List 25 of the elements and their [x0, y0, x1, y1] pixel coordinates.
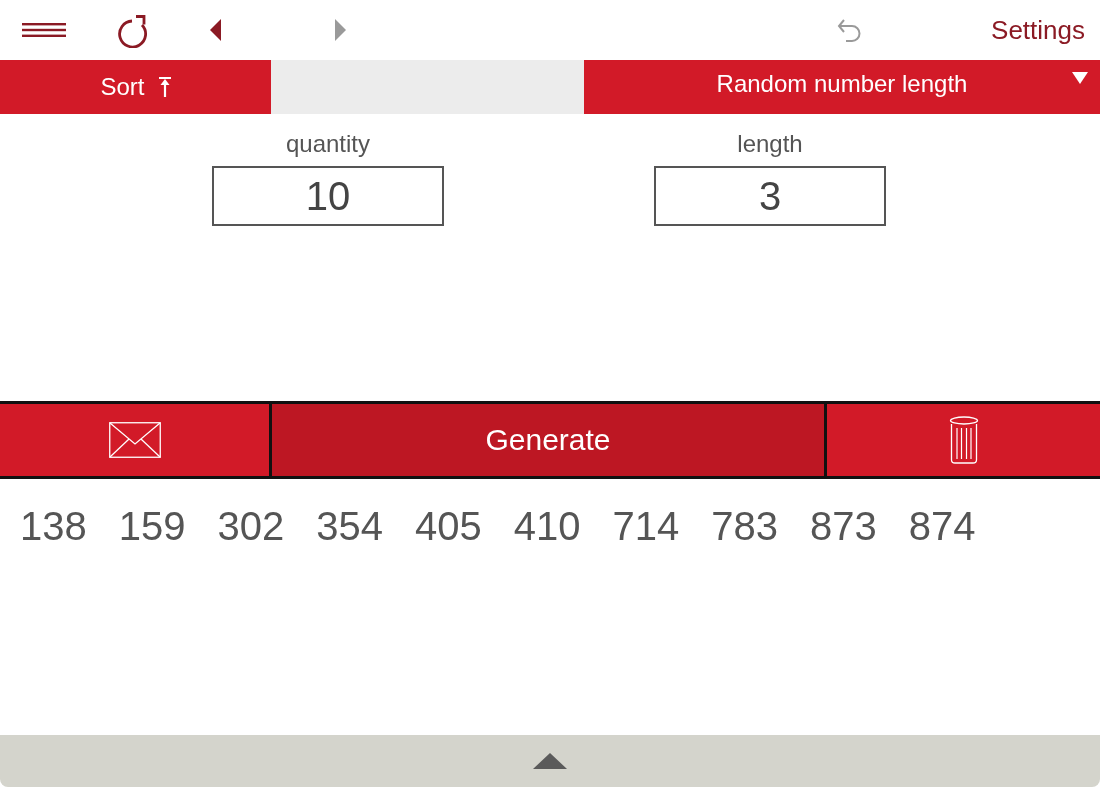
result-number: 302 [217, 503, 285, 549]
generate-button[interactable]: Generate [272, 404, 824, 476]
number-input-field[interactable]: 3 [654, 166, 886, 226]
mode-dropdown[interactable]: Random number length [584, 60, 1100, 114]
menu-icon [22, 23, 66, 37]
result-number: 874 [908, 503, 976, 549]
mail-button[interactable] [0, 404, 272, 476]
result-number: 405 [415, 503, 482, 549]
trash-icon [948, 416, 979, 464]
field-label: length [737, 130, 803, 158]
result-number: 354 [316, 503, 383, 549]
result-number: 714 [612, 503, 680, 549]
field-label: quantity [285, 130, 371, 158]
result-number: 783 [711, 503, 778, 549]
dropdown-caret-icon [1072, 72, 1088, 84]
number-input-field[interactable]: 10 [212, 166, 444, 226]
envelope-icon [108, 422, 161, 458]
sort-button[interactable]: Sort [0, 60, 271, 114]
drawer-handle[interactable] [0, 735, 1100, 787]
result-number: 138 [20, 503, 87, 549]
result-number: 410 [513, 503, 581, 549]
result-number: 873 [810, 503, 877, 549]
result-number: 159 [118, 503, 186, 549]
settings-link[interactable]: Settings [991, 14, 1085, 46]
delete-button[interactable] [824, 404, 1100, 476]
